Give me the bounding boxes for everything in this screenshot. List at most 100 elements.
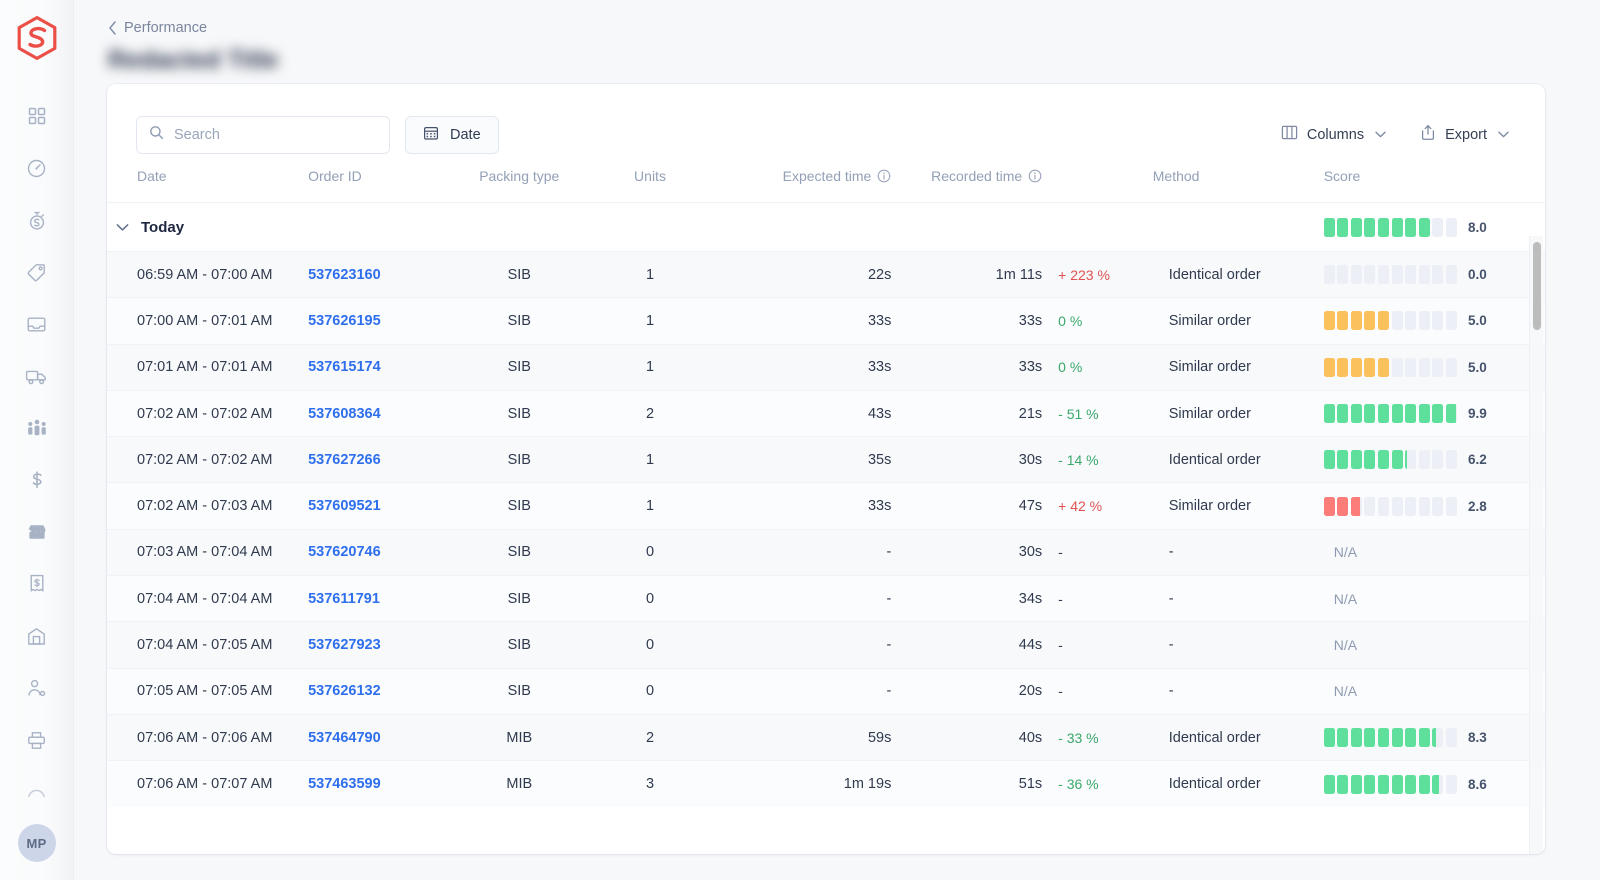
cell-date: 07:02 AM - 07:02 AM: [107, 436, 309, 483]
cell-score: N/A: [1323, 667, 1545, 715]
score-bar-segment: [1364, 265, 1376, 285]
sidebar-item-store[interactable]: [0, 506, 73, 558]
logo-icon[interactable]: [15, 16, 59, 60]
sidebar-item-dashboard[interactable]: [0, 90, 73, 142]
column-header-order[interactable]: Order ID: [308, 160, 449, 203]
score-bars: [1323, 404, 1458, 424]
column-header-label: Recorded time: [931, 168, 1023, 184]
score-bar-segment: [1405, 450, 1417, 470]
search-input[interactable]: [174, 126, 377, 143]
toolbar-actions: Columns Export: [1281, 124, 1509, 145]
table-row[interactable]: 07:02 AM - 07:03 AM 537609521 SIB 1 33s 47s + …: [107, 482, 1545, 530]
column-header-pack[interactable]: Packing type: [449, 160, 590, 203]
scrollbar-thumb[interactable]: [1533, 242, 1541, 330]
order-id-link[interactable]: 537623160: [308, 267, 381, 283]
sidebar-item-performance[interactable]: [0, 142, 73, 194]
columns-icon: [1281, 124, 1298, 145]
table-group-row[interactable]: Today 8.0: [107, 202, 1545, 252]
cell-time-delta: -: [1042, 667, 1153, 715]
sidebar-item-inbox[interactable]: [0, 298, 73, 350]
sidebar-item-invoices[interactable]: [0, 558, 73, 610]
cell-score: N/A: [1323, 575, 1545, 622]
order-id-link[interactable]: 537620746: [308, 544, 381, 560]
order-id-link[interactable]: 537611791: [308, 591, 380, 607]
table-row[interactable]: 06:59 AM - 07:00 AM 537623160 SIB 1 22s 1m 11…: [107, 250, 1545, 298]
column-header-score[interactable]: Score: [1324, 160, 1545, 203]
sidebar-item-shipping[interactable]: [0, 350, 73, 402]
score-bar-segment: [1446, 728, 1458, 748]
column-header-date[interactable]: Date: [107, 160, 308, 203]
score-bar-segment: [1350, 404, 1362, 424]
table-row[interactable]: 07:05 AM - 07:05 AM 537626132 SIB 0-20s - - N/…: [107, 667, 1545, 715]
cell-order-id: 537620746: [308, 528, 449, 576]
order-id-link[interactable]: 537463599: [308, 776, 381, 792]
order-id-link[interactable]: 537609521: [308, 498, 381, 514]
table-row[interactable]: 07:04 AM - 07:05 AM 537627923 SIB 0-44s - - N/…: [107, 621, 1545, 669]
order-id-link[interactable]: 537627923: [308, 637, 381, 653]
stopwatch-icon: [27, 210, 47, 231]
cell-expected-time: -: [710, 621, 892, 669]
cell-packing-type: SIB: [448, 250, 590, 298]
column-header-units[interactable]: Units: [590, 160, 711, 203]
table-row[interactable]: 07:00 AM - 07:01 AM 537626195 SIB 1 33s 33s 0 …: [107, 297, 1545, 345]
cell-recorded-time: 47s: [891, 482, 1043, 530]
table-row[interactable]: 07:02 AM - 07:02 AM 537627266 SIB 1 35s 30s - …: [107, 436, 1545, 483]
chevron-down-icon: [1498, 131, 1509, 138]
sidebar-item-printers[interactable]: [0, 714, 73, 766]
cell-packing-type: SIB: [448, 389, 590, 437]
cell-order-id: 537615174: [308, 343, 449, 391]
score-bar-segment: [1391, 357, 1403, 377]
warehouse-icon: [26, 626, 47, 647]
order-id-link[interactable]: 537626132: [308, 683, 381, 699]
column-header-label: Score: [1323, 168, 1361, 184]
table-row[interactable]: 07:04 AM - 07:04 AM 537611791 SIB 0-34s - - N/…: [107, 575, 1545, 622]
score-bar-segment: [1405, 496, 1417, 516]
order-id-link[interactable]: 537626195: [308, 313, 381, 329]
sidebar-item-users[interactable]: [0, 662, 73, 714]
order-id-link[interactable]: 537608364: [308, 406, 381, 422]
cell-packing-type: MIB: [448, 713, 590, 761]
search-box[interactable]: [136, 115, 390, 154]
table-row[interactable]: 07:02 AM - 07:02 AM 537608364 SIB 2 43s 21s - …: [107, 389, 1545, 437]
score-bar-segment: [1391, 496, 1403, 516]
cell-method: Similar order: [1152, 482, 1324, 530]
cell-expected-time: 33s: [710, 343, 892, 391]
column-header-method[interactable]: Method: [1153, 160, 1324, 203]
cell-units: 1: [589, 343, 711, 391]
sidebar-item-help[interactable]: [0, 766, 73, 818]
score-bar-segment: [1323, 728, 1335, 748]
info-icon[interactable]: [1028, 169, 1042, 183]
info-icon[interactable]: [877, 169, 891, 183]
chevron-down-icon[interactable]: [116, 223, 129, 232]
cell-date: 07:06 AM - 07:07 AM: [107, 760, 309, 808]
score-bar-segment: [1418, 404, 1430, 424]
sidebar-item-labels[interactable]: [0, 246, 73, 298]
table-row[interactable]: 07:06 AM - 07:06 AM 537464790 MIB 2 59s 40s - …: [107, 713, 1545, 761]
table-row[interactable]: 07:01 AM - 07:01 AM 537615174 SIB 1 33s 33s 0 …: [107, 343, 1545, 391]
cell-order-id: 537627266: [308, 436, 449, 483]
column-header-rec[interactable]: Recorded time: [891, 160, 1042, 203]
avatar[interactable]: MP: [17, 824, 56, 862]
score-bar-segment: [1350, 728, 1362, 748]
column-header-delta[interactable]: [1042, 160, 1153, 203]
export-button[interactable]: Export: [1420, 124, 1509, 145]
sidebar-item-billing[interactable]: [0, 454, 73, 506]
table-row[interactable]: 07:06 AM - 07:07 AM 537463599 MIB 3 1m 19s 51…: [107, 760, 1545, 808]
order-id-link[interactable]: 537627266: [308, 452, 381, 468]
column-header-exp[interactable]: Expected time: [710, 160, 891, 203]
score-bar-segment: [1391, 774, 1403, 794]
order-id-link[interactable]: 537464790: [308, 730, 381, 746]
sidebar-item-team[interactable]: [0, 402, 73, 454]
columns-button[interactable]: Columns: [1281, 124, 1386, 145]
date-filter-button[interactable]: Date: [405, 115, 499, 154]
sidebar-item-timing[interactable]: [0, 194, 73, 246]
sidebar-item-warehouse[interactable]: [0, 610, 73, 662]
vertical-scrollbar[interactable]: [1529, 236, 1543, 854]
score-bar-segment: [1391, 265, 1403, 285]
order-id-link[interactable]: 537615174: [308, 359, 381, 375]
table-row[interactable]: 07:03 AM - 07:04 AM 537620746 SIB 0-30s - - N/…: [107, 528, 1545, 576]
breadcrumb[interactable]: Performance: [74, 0, 1600, 36]
group-header-cell[interactable]: Today: [107, 202, 1324, 252]
cell-order-id: 537623160: [308, 250, 449, 298]
cell-method: -: [1152, 621, 1324, 669]
